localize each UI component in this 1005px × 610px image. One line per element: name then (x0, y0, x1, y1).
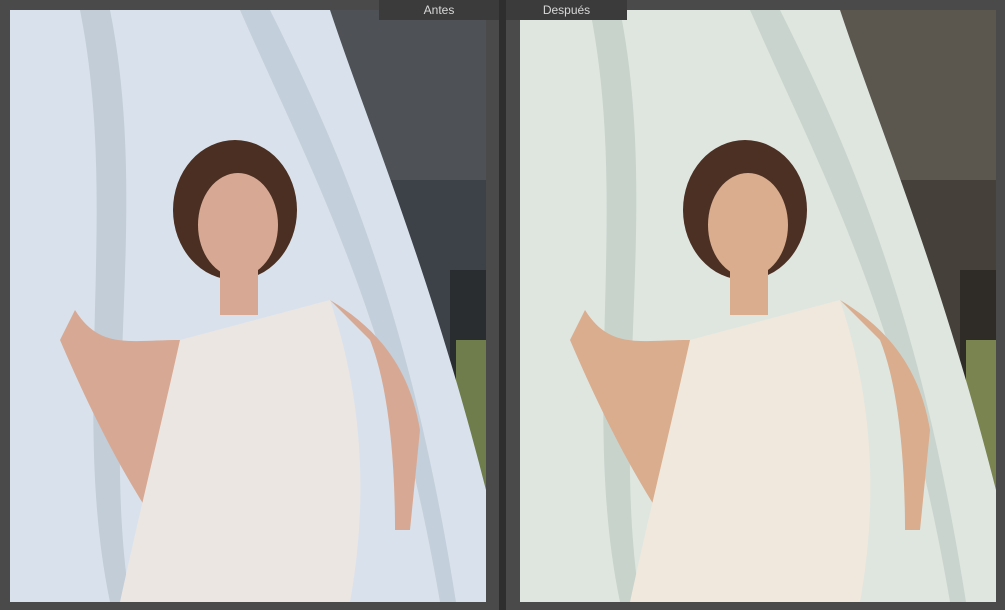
before-label: Antes (379, 0, 499, 20)
after-label: Después (506, 0, 627, 20)
after-pane: Después (506, 0, 1005, 610)
after-image (520, 10, 996, 602)
before-image (10, 10, 486, 602)
split-divider[interactable] (499, 0, 506, 610)
after-photo (520, 10, 996, 602)
neck (730, 265, 768, 315)
before-photo (10, 10, 486, 602)
face (198, 173, 278, 277)
neck (220, 265, 258, 315)
before-pane: Antes (0, 0, 499, 610)
face (708, 173, 788, 277)
